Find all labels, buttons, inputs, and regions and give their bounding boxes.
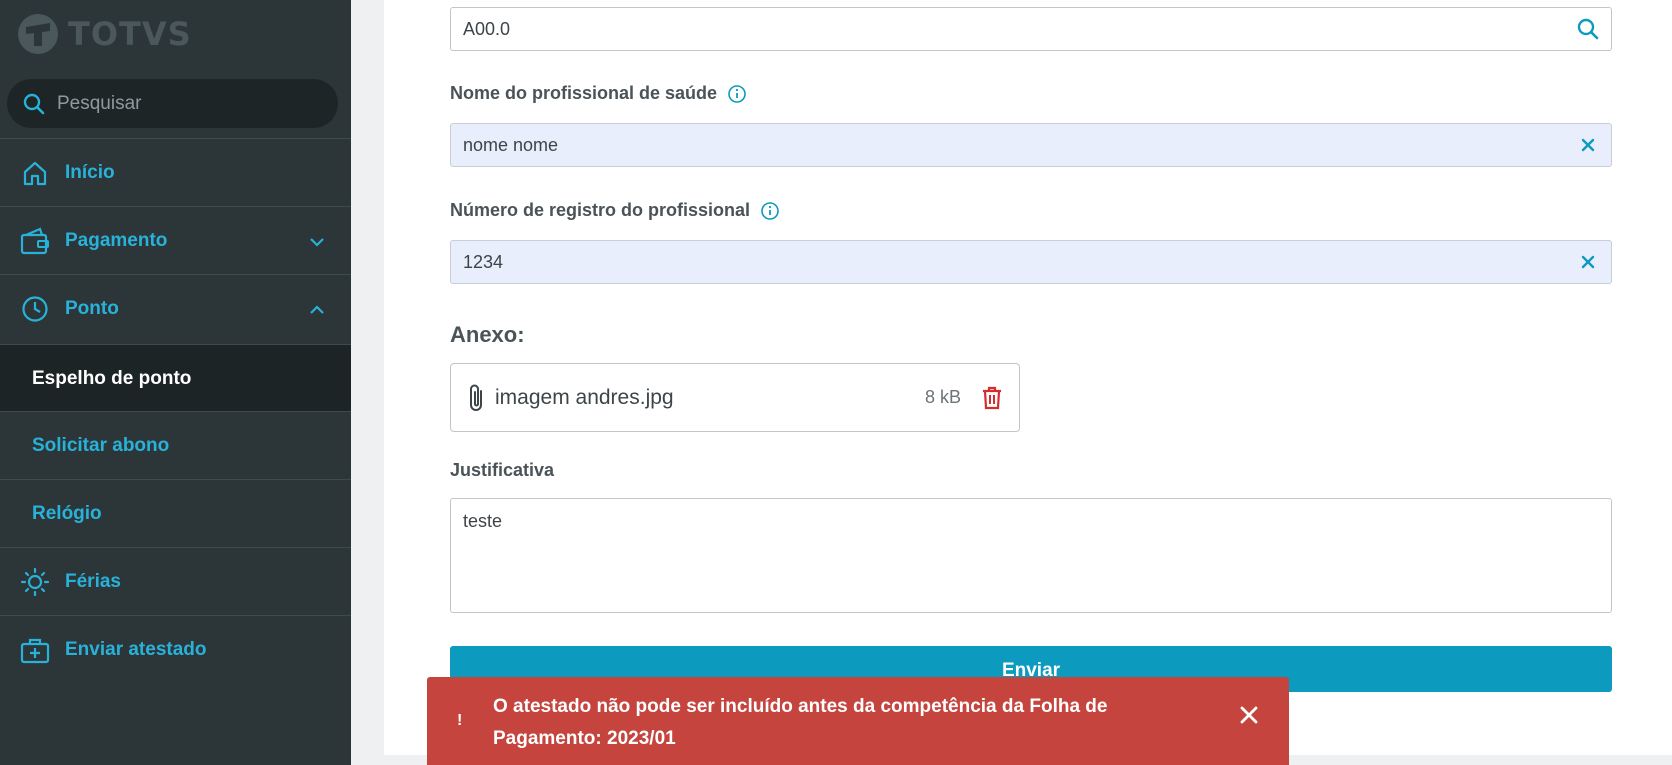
error-toast: ! O atestado não pode ser incluído antes…: [427, 677, 1289, 765]
chevron-down-icon: [309, 231, 325, 253]
toast-message: O atestado não pode ser incluído antes d…: [493, 696, 1108, 749]
registration-field[interactable]: 1234: [450, 240, 1612, 284]
info-icon[interactable]: [760, 201, 780, 221]
sidebar-item-label: Ponto: [65, 297, 119, 319]
trash-icon[interactable]: [981, 386, 1003, 410]
label-text: Justificativa: [450, 460, 555, 480]
sidebar-item-label: Enviar atestado: [65, 638, 207, 660]
totvs-logo[interactable]: TOTVS: [16, 11, 192, 57]
justification-textarea[interactable]: teste: [450, 498, 1612, 613]
home-icon: [20, 158, 50, 188]
clear-icon[interactable]: [1577, 251, 1599, 273]
sidebar: TOTVS Início Pagamento Ponto Espelh: [0, 0, 351, 765]
label-text: Número de registro do profissional: [450, 200, 751, 220]
paperclip-icon: [470, 384, 482, 411]
clear-icon[interactable]: [1577, 134, 1599, 156]
label-text: Nome do profissional de saúde: [450, 83, 718, 103]
search-icon: [23, 93, 45, 114]
cid-field[interactable]: A00.0: [450, 7, 1612, 51]
sidebar-item-inicio[interactable]: Início: [0, 138, 351, 206]
medical-bag-icon: [20, 635, 50, 665]
info-icon[interactable]: [727, 84, 747, 104]
close-icon[interactable]: [1239, 705, 1259, 730]
sidebar-item-ponto[interactable]: Ponto: [0, 274, 351, 342]
registration-value: 1234: [463, 251, 504, 272]
sidebar-item-label: Férias: [65, 570, 121, 592]
logo-text: TOTVS: [68, 15, 192, 53]
sidebar-item-espelho-de-ponto[interactable]: Espelho de ponto: [0, 344, 351, 412]
attachment-title: Anexo:: [450, 322, 525, 347]
sidebar-item-ferias[interactable]: Férias: [0, 547, 351, 615]
sidebar-item-label: Início: [65, 161, 115, 183]
alert-icon: !: [457, 712, 463, 729]
file-name: imagem andres.jpg: [495, 385, 674, 409]
chevron-up-icon: [309, 299, 325, 321]
clock-icon: [20, 294, 50, 324]
search-icon[interactable]: [1577, 18, 1599, 40]
professional-name-value: nome nome: [463, 134, 559, 155]
sidebar-item-pagamento[interactable]: Pagamento: [0, 206, 351, 274]
wallet-icon: [20, 226, 50, 256]
sidebar-item-label: Pagamento: [65, 229, 168, 251]
sidebar-search[interactable]: [7, 79, 338, 128]
sidebar-item-label: Relógio: [32, 502, 102, 524]
registration-label: Número de registro do profissional: [450, 200, 780, 221]
file-size: 8 kB: [924, 387, 961, 407]
sidebar-item-solicitar-abono[interactable]: Solicitar abono: [0, 411, 351, 479]
sidebar-item-enviar-atestado[interactable]: Enviar atestado: [0, 615, 351, 683]
sidebar-item-label: Solicitar abono: [32, 434, 170, 456]
attachment-file: imagem andres.jpg 8 kB: [450, 363, 1020, 432]
sun-icon: [20, 567, 50, 597]
justification-label: Justificativa: [450, 460, 554, 481]
professional-name-label: Nome do profissional de saúde: [450, 83, 747, 104]
search-input[interactable]: [57, 92, 307, 115]
sidebar-item-relogio[interactable]: Relógio: [0, 479, 351, 547]
totvs-logo-icon: [18, 14, 58, 54]
cid-value: A00.0: [463, 18, 511, 39]
professional-name-field[interactable]: nome nome: [450, 123, 1612, 167]
sidebar-item-label: Espelho de ponto: [32, 367, 192, 389]
